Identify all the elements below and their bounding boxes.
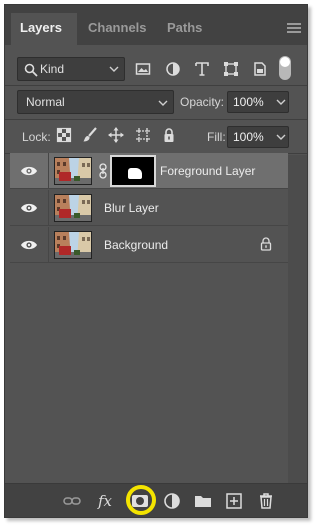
layer-mask-thumbnail[interactable] — [110, 155, 156, 187]
smart-object-filter-icon[interactable] — [252, 61, 268, 77]
lock-image-pixels-icon[interactable] — [82, 127, 98, 143]
mask-shape — [128, 168, 142, 179]
layer-row-blur[interactable]: Blur Layer — [10, 190, 288, 226]
tab-layers[interactable]: Layers — [11, 13, 77, 45]
visibility-eye-icon[interactable] — [20, 165, 38, 177]
fx-icon[interactable]: fx — [98, 492, 118, 510]
image-filter-icon[interactable] — [135, 61, 151, 77]
mask-link-icon[interactable] — [98, 163, 108, 179]
divider — [48, 190, 49, 226]
street-photo-thumbnail — [55, 232, 91, 258]
search-icon — [24, 63, 38, 77]
divider — [5, 119, 307, 120]
street-photo-thumbnail — [55, 195, 91, 221]
visibility-eye-icon[interactable] — [20, 202, 38, 214]
layer-thumbnail — [54, 157, 92, 185]
opacity-label: Opacity: — [180, 95, 225, 109]
adjustment-filter-icon[interactable] — [165, 61, 181, 77]
divider — [48, 227, 49, 263]
layer-name: Blur Layer — [104, 201, 159, 215]
layers-scrollbar[interactable] — [288, 155, 307, 487]
lock-artboard-icon[interactable] — [135, 127, 151, 143]
trash-icon[interactable] — [257, 492, 275, 510]
fill-field[interactable]: 100% — [227, 126, 289, 148]
layer-row-foreground[interactable]: Foreground Layer — [10, 153, 288, 189]
new-layer-icon[interactable] — [225, 492, 243, 510]
layers-panel: Layers Channels Paths Kind Normal Opacit… — [4, 4, 308, 518]
fill-label: Fill: — [207, 130, 226, 144]
mask-button-highlight-circle — [126, 485, 156, 515]
layer-lock-icon[interactable] — [260, 237, 272, 251]
filter-toggle-switch[interactable] — [279, 56, 291, 80]
lock-label: Lock: — [22, 130, 51, 144]
divider — [48, 153, 49, 189]
type-filter-icon[interactable] — [194, 61, 210, 77]
filter-kind-label: Kind — [40, 62, 65, 76]
lock-all-icon[interactable] — [161, 127, 177, 143]
layer-row-background[interactable]: Background — [10, 227, 288, 263]
chevron-down-icon[interactable] — [276, 132, 286, 142]
chevron-down-icon — [109, 66, 119, 72]
chevron-down-icon — [158, 100, 168, 106]
adjustment-layer-icon[interactable] — [163, 492, 181, 510]
layer-name: Background — [104, 238, 169, 252]
tab-paths[interactable]: Paths — [158, 13, 211, 45]
layer-name: Foreground Layer — [160, 164, 256, 178]
panel-menu-icon[interactable] — [287, 23, 301, 33]
layer-thumbnail — [54, 231, 92, 259]
shape-filter-icon[interactable] — [223, 61, 239, 77]
visibility-eye-icon[interactable] — [20, 239, 38, 251]
lock-transparent-pixels-icon[interactable] — [56, 127, 72, 143]
divider — [5, 85, 307, 86]
opacity-field[interactable]: 100% — [227, 91, 289, 113]
new-group-icon[interactable] — [194, 492, 212, 510]
link-layers-icon[interactable] — [63, 492, 81, 510]
street-photo-thumbnail — [55, 158, 91, 184]
chevron-down-icon[interactable] — [276, 97, 286, 107]
panel-tab-bar: Layers Channels Paths — [5, 5, 307, 45]
opacity-value: 100% — [233, 95, 264, 109]
tab-channels[interactable]: Channels — [79, 13, 156, 45]
layer-thumbnail — [54, 194, 92, 222]
blend-mode-value: Normal — [26, 95, 65, 109]
fill-value: 100% — [233, 130, 264, 144]
blend-mode-select[interactable]: Normal — [17, 90, 174, 114]
lock-position-icon[interactable] — [108, 127, 124, 143]
layers-bottom-toolbar: fx — [5, 483, 307, 517]
filter-kind-select[interactable]: Kind — [17, 57, 125, 81]
